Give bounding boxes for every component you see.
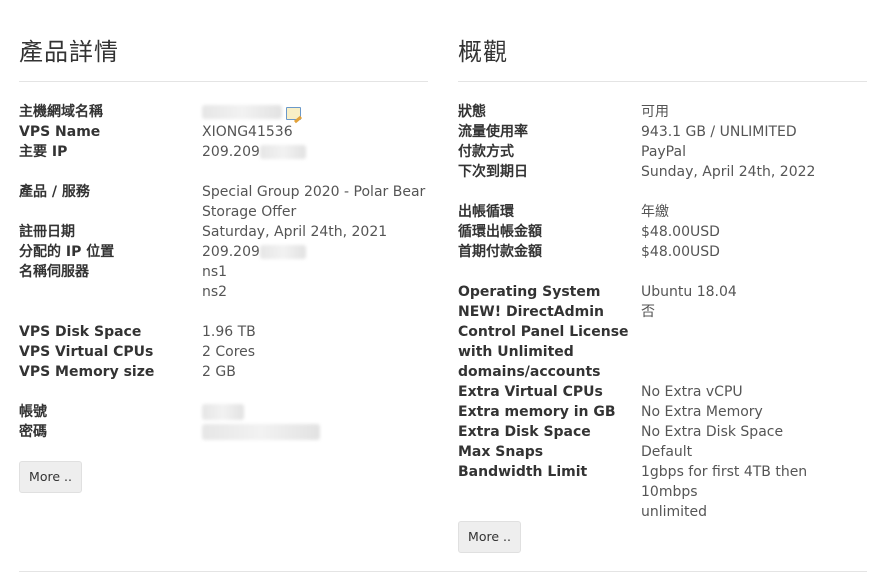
first-payment-value: $48.00USD (641, 244, 720, 260)
extra-memory-value: No Extra Memory (641, 404, 763, 420)
disk-space-value: 1.96 TB (202, 324, 256, 340)
product-service-label: 產品 / 服務 (19, 184, 90, 200)
username-label: 帳號 (19, 404, 47, 420)
product-more-button[interactable]: More .. (19, 461, 82, 493)
next-due-date-label: 下次到期日 (458, 164, 528, 180)
nameservers-value: ns1 ns2 (202, 264, 228, 300)
traffic-usage-value: 943.1 GB / UNLIMITED (641, 124, 797, 140)
title-divider (19, 81, 428, 82)
first-payment-label: 首期付款金額 (458, 244, 542, 260)
bandwidth-limit-label: Bandwidth Limit (458, 464, 588, 480)
redacted-hostname (202, 105, 282, 119)
next-due-date-value: Sunday, April 24th, 2022 (641, 164, 816, 180)
traffic-usage-label: 流量使用率 (458, 124, 528, 140)
payment-method-value: PayPal (641, 144, 686, 160)
extra-vcpu-label: Extra Virtual CPUs (458, 384, 603, 400)
product-service-value: Special Group 2020 - Polar Bear Storage … (202, 184, 426, 220)
redacted-password (202, 424, 320, 440)
bandwidth-limit-value: 1gbps for first 4TB then 10mbps unlimite… (641, 464, 808, 520)
extra-memory-label: Extra memory in GB (458, 404, 616, 420)
vps-name-label: VPS Name (19, 124, 101, 140)
overview-title: 概觀 (458, 38, 508, 66)
payment-method-label: 付款方式 (458, 144, 514, 160)
hostname-label: 主機網域名稱 (19, 104, 103, 120)
primary-ip-label: 主要 IP (19, 144, 68, 160)
billing-cycle-label: 出帳循環 (458, 204, 514, 220)
status-value: 可用 (641, 104, 669, 120)
disk-space-label: VPS Disk Space (19, 324, 142, 340)
redacted-ip (259, 145, 306, 159)
edit-hostname-icon[interactable] (286, 107, 301, 120)
max-snaps-label: Max Snaps (458, 444, 544, 460)
status-label: 狀態 (458, 104, 486, 120)
nameservers-label: 名稱伺服器 (19, 264, 89, 280)
memory-size-label: VPS Memory size (19, 364, 155, 380)
extra-disk-value: No Extra Disk Space (641, 424, 784, 440)
vps-name-value: XIONG41536 (202, 124, 293, 140)
operating-system-value: Ubuntu 18.04 (641, 284, 737, 300)
title-divider (458, 81, 867, 82)
directadmin-value: 否 (641, 304, 655, 320)
assigned-ip-label: 分配的 IP 位置 (19, 244, 115, 260)
username-value (202, 402, 428, 422)
directadmin-label: NEW! DirectAdmin Control Panel License w… (458, 304, 629, 380)
operating-system-label: Operating System (458, 284, 601, 300)
recurring-amount-label: 循環出帳金額 (458, 224, 542, 240)
assigned-ip-value: 209.209 (202, 242, 428, 262)
product-details-page: 產品詳情 主機網域名稱 VPS Name XIONG41536 主要 IP 20… (0, 0, 883, 573)
virtual-cpus-value: 2 Cores (202, 344, 256, 360)
redacted-username (202, 404, 244, 420)
primary-ip-value: 209.209 (202, 142, 428, 162)
product-details-title: 產品詳情 (19, 38, 119, 66)
password-label: 密碼 (19, 424, 47, 440)
redacted-ip (259, 245, 306, 259)
hostname-value (202, 102, 428, 122)
bottom-divider (19, 571, 867, 572)
overview-more-button[interactable]: More .. (458, 521, 521, 553)
password-value (202, 422, 428, 442)
recurring-amount-value: $48.00USD (641, 224, 720, 240)
virtual-cpus-label: VPS Virtual CPUs (19, 344, 154, 360)
billing-cycle-value: 年繳 (641, 204, 669, 220)
extra-disk-label: Extra Disk Space (458, 424, 591, 440)
extra-vcpu-value: No Extra vCPU (641, 384, 743, 400)
max-snaps-value: Default (641, 444, 693, 460)
memory-size-value: 2 GB (202, 364, 236, 380)
registration-date-value: Saturday, April 24th, 2021 (202, 224, 388, 240)
registration-date-label: 註冊日期 (19, 224, 75, 240)
